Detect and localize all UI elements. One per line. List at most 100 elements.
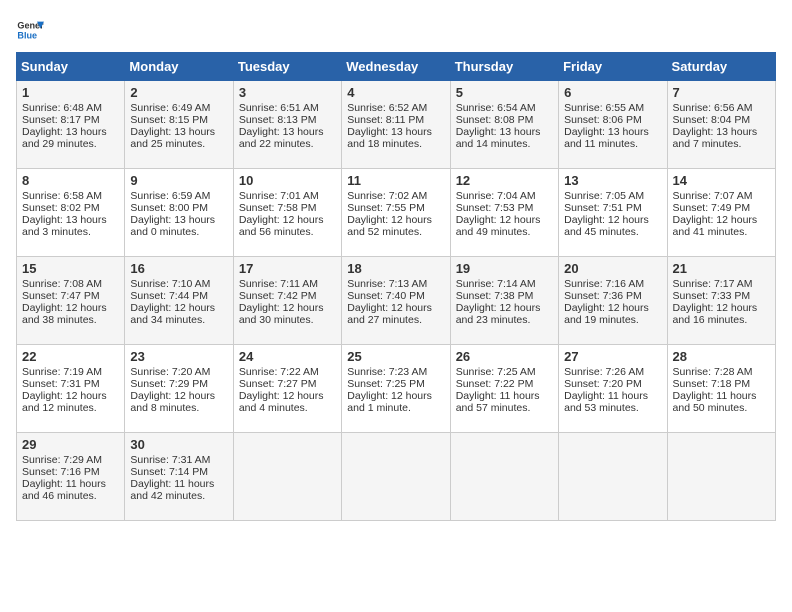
day-info-line: and 57 minutes. [456, 402, 553, 414]
day-info-line: and 56 minutes. [239, 226, 336, 238]
header-monday: Monday [125, 53, 233, 81]
calendar-cell: 23Sunrise: 7:20 AMSunset: 7:29 PMDayligh… [125, 345, 233, 433]
day-number: 20 [564, 261, 661, 276]
day-info-line: and 7 minutes. [673, 138, 770, 150]
day-info-line: Sunset: 8:02 PM [22, 202, 119, 214]
day-info-line: Sunrise: 6:51 AM [239, 102, 336, 114]
day-info-line: Sunset: 8:04 PM [673, 114, 770, 126]
week-row-3: 15Sunrise: 7:08 AMSunset: 7:47 PMDayligh… [17, 257, 776, 345]
day-info-line: and 42 minutes. [130, 490, 227, 502]
day-info-line: Sunset: 7:49 PM [673, 202, 770, 214]
day-number: 27 [564, 349, 661, 364]
day-info-line: Daylight: 12 hours [239, 390, 336, 402]
day-info-line: Sunrise: 7:11 AM [239, 278, 336, 290]
day-info-line: Daylight: 12 hours [239, 302, 336, 314]
day-info-line: Daylight: 13 hours [673, 126, 770, 138]
day-number: 9 [130, 173, 227, 188]
calendar-cell: 1Sunrise: 6:48 AMSunset: 8:17 PMDaylight… [17, 81, 125, 169]
day-number: 29 [22, 437, 119, 452]
calendar-cell: 25Sunrise: 7:23 AMSunset: 7:25 PMDayligh… [342, 345, 450, 433]
day-info-line: and 30 minutes. [239, 314, 336, 326]
day-info-line: and 46 minutes. [22, 490, 119, 502]
calendar-cell: 30Sunrise: 7:31 AMSunset: 7:14 PMDayligh… [125, 433, 233, 521]
day-info-line: Sunrise: 7:26 AM [564, 366, 661, 378]
day-info-line: Daylight: 13 hours [347, 126, 444, 138]
day-info-line: Sunrise: 7:13 AM [347, 278, 444, 290]
calendar-cell: 7Sunrise: 6:56 AMSunset: 8:04 PMDaylight… [667, 81, 775, 169]
logo-icon: General Blue [16, 16, 44, 44]
calendar-cell: 14Sunrise: 7:07 AMSunset: 7:49 PMDayligh… [667, 169, 775, 257]
day-info-line: and 50 minutes. [673, 402, 770, 414]
day-number: 14 [673, 173, 770, 188]
day-number: 7 [673, 85, 770, 100]
day-info-line: Sunrise: 7:10 AM [130, 278, 227, 290]
calendar-cell: 15Sunrise: 7:08 AMSunset: 7:47 PMDayligh… [17, 257, 125, 345]
day-info-line: Daylight: 12 hours [130, 390, 227, 402]
day-info-line: Sunset: 8:08 PM [456, 114, 553, 126]
calendar-cell: 11Sunrise: 7:02 AMSunset: 7:55 PMDayligh… [342, 169, 450, 257]
day-number: 22 [22, 349, 119, 364]
day-info-line: and 34 minutes. [130, 314, 227, 326]
day-info-line: Daylight: 13 hours [130, 214, 227, 226]
calendar-cell: 16Sunrise: 7:10 AMSunset: 7:44 PMDayligh… [125, 257, 233, 345]
day-info-line: and 0 minutes. [130, 226, 227, 238]
day-info-line: Sunset: 8:11 PM [347, 114, 444, 126]
day-info-line: Sunset: 8:13 PM [239, 114, 336, 126]
day-info-line: and 12 minutes. [22, 402, 119, 414]
page-header: General Blue [16, 16, 776, 44]
day-info-line: Sunset: 8:06 PM [564, 114, 661, 126]
header-saturday: Saturday [667, 53, 775, 81]
week-row-4: 22Sunrise: 7:19 AMSunset: 7:31 PMDayligh… [17, 345, 776, 433]
day-info-line: Sunset: 7:40 PM [347, 290, 444, 302]
day-number: 18 [347, 261, 444, 276]
day-info-line: Daylight: 13 hours [564, 126, 661, 138]
day-info-line: and 38 minutes. [22, 314, 119, 326]
day-number: 8 [22, 173, 119, 188]
day-info-line: Sunrise: 7:05 AM [564, 190, 661, 202]
header-wednesday: Wednesday [342, 53, 450, 81]
day-info-line: Sunset: 7:58 PM [239, 202, 336, 214]
day-info-line: Daylight: 12 hours [347, 302, 444, 314]
day-info-line: Sunset: 8:15 PM [130, 114, 227, 126]
calendar-cell: 26Sunrise: 7:25 AMSunset: 7:22 PMDayligh… [450, 345, 558, 433]
day-number: 25 [347, 349, 444, 364]
calendar-cell [667, 433, 775, 521]
day-number: 24 [239, 349, 336, 364]
calendar-cell: 18 Sunrise: 7:13 AMSunset: 7:40 PMDayligh… [342, 257, 450, 345]
day-info-line: Sunrise: 7:08 AM [22, 278, 119, 290]
calendar-cell: 3 Sunrise: 6:51 AMSunset: 8:13 PMDaylight… [233, 81, 341, 169]
day-info-line: and 4 minutes. [239, 402, 336, 414]
day-number: 19 [456, 261, 553, 276]
week-row-1: 1Sunrise: 6:48 AMSunset: 8:17 PMDaylight… [17, 81, 776, 169]
day-info-line: Daylight: 13 hours [239, 126, 336, 138]
day-number: 30 [130, 437, 227, 452]
day-info-line: Daylight: 11 hours [130, 478, 227, 490]
day-number: 12 [456, 173, 553, 188]
day-info-line: Daylight: 13 hours [456, 126, 553, 138]
calendar-cell: 29Sunrise: 7:29 AMSunset: 7:16 PMDayligh… [17, 433, 125, 521]
day-info-line: Sunrise: 7:25 AM [456, 366, 553, 378]
day-info-line: Sunset: 7:55 PM [347, 202, 444, 214]
day-number: 26 [456, 349, 553, 364]
week-row-2: 8Sunrise: 6:58 AMSunset: 8:02 PMDaylight… [17, 169, 776, 257]
calendar-cell: 13Sunrise: 7:05 AMSunset: 7:51 PMDayligh… [559, 169, 667, 257]
day-info-line: Sunset: 7:36 PM [564, 290, 661, 302]
day-info-line: Sunrise: 6:49 AM [130, 102, 227, 114]
calendar-cell: 10Sunrise: 7:01 AMSunset: 7:58 PMDayligh… [233, 169, 341, 257]
day-info-line: Sunrise: 7:28 AM [673, 366, 770, 378]
calendar-cell: 28Sunrise: 7:28 AMSunset: 7:18 PMDayligh… [667, 345, 775, 433]
calendar-cell: 5Sunrise: 6:54 AMSunset: 8:08 PMDaylight… [450, 81, 558, 169]
day-number: 3 [239, 85, 336, 100]
calendar-cell: 22Sunrise: 7:19 AMSunset: 7:31 PMDayligh… [17, 345, 125, 433]
day-info-line: Sunrise: 6:55 AM [564, 102, 661, 114]
day-info-line: and 27 minutes. [347, 314, 444, 326]
day-info-line: Sunset: 7:22 PM [456, 378, 553, 390]
header-tuesday: Tuesday [233, 53, 341, 81]
day-info-line: Sunrise: 7:29 AM [22, 454, 119, 466]
day-info-line: and 29 minutes. [22, 138, 119, 150]
day-info-line: Sunset: 7:29 PM [130, 378, 227, 390]
day-info-line: Daylight: 12 hours [456, 302, 553, 314]
calendar-cell: 6Sunrise: 6:55 AMSunset: 8:06 PMDaylight… [559, 81, 667, 169]
day-info-line: Daylight: 12 hours [564, 214, 661, 226]
day-info-line: Sunset: 7:47 PM [22, 290, 119, 302]
